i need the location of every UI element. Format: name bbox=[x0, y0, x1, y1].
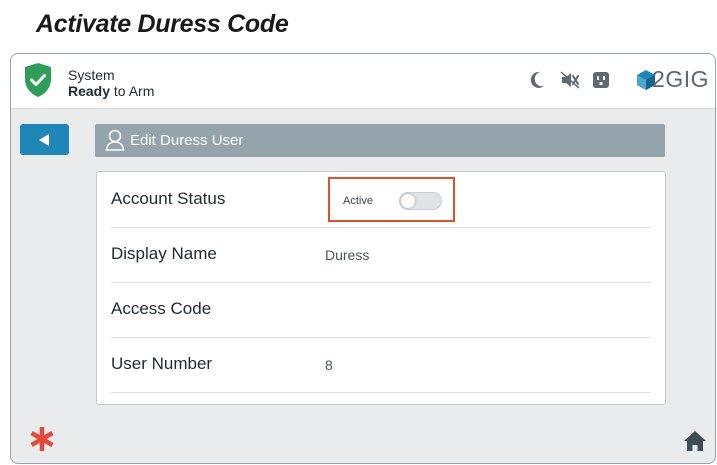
device-screen: System Ready to Arm 2GIG Edit Duress Use… bbox=[10, 53, 716, 464]
account-status-label: Account Status bbox=[111, 189, 226, 208]
shield-check-icon bbox=[25, 63, 51, 97]
display-name-value: Duress bbox=[325, 247, 370, 263]
status-to-arm: to Arm bbox=[110, 83, 155, 99]
system-status: System Ready to Arm bbox=[68, 67, 154, 99]
toggle-knob bbox=[401, 194, 415, 208]
brand-logo: 2GIG bbox=[652, 66, 709, 92]
display-name-label: Display Name bbox=[111, 244, 217, 263]
user-number-label: User Number bbox=[111, 354, 213, 373]
emergency-asterisk-icon[interactable] bbox=[29, 426, 55, 452]
outlet-icon bbox=[593, 72, 609, 88]
document-title: Activate Duress Code bbox=[36, 10, 289, 38]
user-icon bbox=[105, 129, 125, 151]
mute-icon bbox=[560, 71, 580, 89]
status-line-1: System bbox=[68, 67, 115, 83]
status-bar: System Ready to Arm 2GIG bbox=[11, 54, 715, 109]
highlight-box: Active bbox=[328, 177, 455, 222]
user-form-panel: Account Status Active Display Name Dures… bbox=[96, 171, 666, 405]
moon-icon bbox=[530, 71, 544, 88]
display-name-row[interactable]: Display Name Duress bbox=[111, 227, 651, 283]
page-title: Edit Duress User bbox=[130, 132, 244, 149]
account-status-row: Account Status Active bbox=[111, 172, 651, 228]
account-status-toggle[interactable] bbox=[399, 192, 442, 210]
page-header: Edit Duress User bbox=[95, 124, 665, 157]
user-number-value: 8 bbox=[325, 357, 333, 373]
back-arrow-icon bbox=[39, 134, 49, 146]
status-line-2: Ready to Arm bbox=[68, 83, 154, 99]
back-button[interactable] bbox=[20, 124, 69, 155]
home-icon[interactable] bbox=[683, 430, 707, 452]
account-status-value: Active bbox=[343, 195, 373, 207]
status-ready: Ready bbox=[68, 83, 111, 99]
access-code-row[interactable]: Access Code bbox=[111, 282, 651, 338]
user-number-row[interactable]: User Number 8 bbox=[111, 337, 651, 393]
access-code-label: Access Code bbox=[111, 299, 212, 318]
